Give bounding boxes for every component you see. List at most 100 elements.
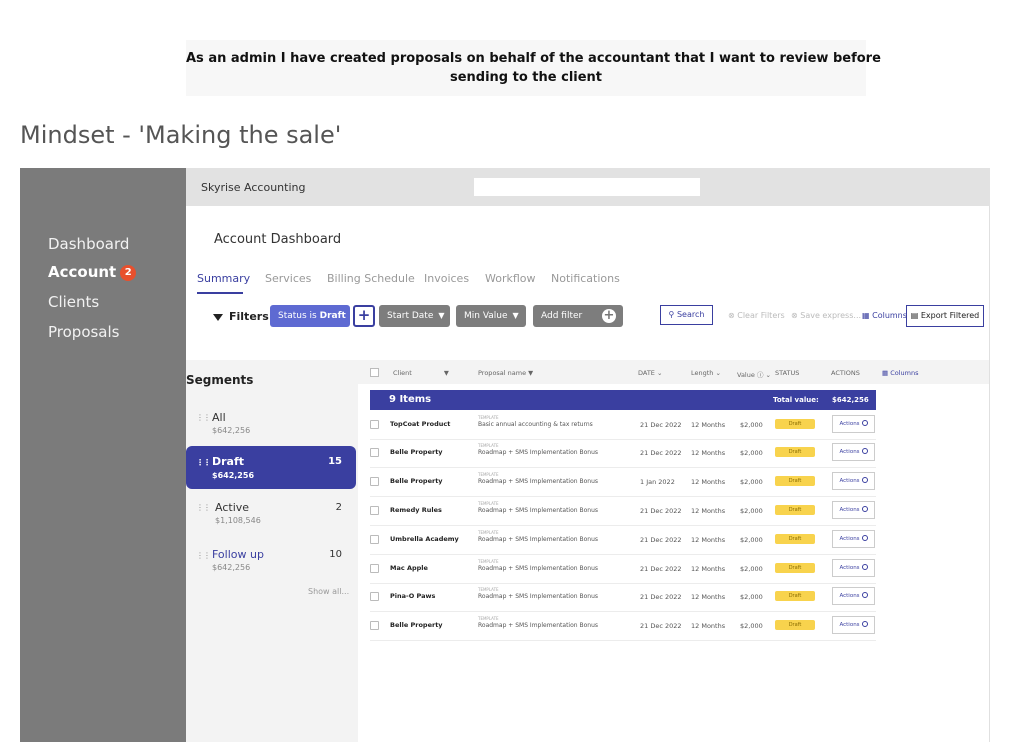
table-row[interactable]: Belle Property TEMPLATE Roadmap + SMS Impl…: [358, 612, 878, 640]
row-proposal-title[interactable]: Roadmap + SMS Implementation Bonus: [478, 565, 598, 572]
start-date-filter[interactable]: Start Date ▼: [379, 305, 450, 327]
row-client[interactable]: Pina-O Paws: [390, 592, 435, 600]
header-client[interactable]: Client ▼: [393, 369, 449, 377]
row-client[interactable]: TopCoat Product: [390, 420, 450, 428]
row-client[interactable]: Belle Property: [390, 448, 443, 456]
clear-icon: ⊗: [728, 311, 735, 320]
row-checkbox[interactable]: [370, 506, 379, 515]
table-row[interactable]: Belle Property TEMPLATE Roadmap + SMS Impl…: [358, 439, 878, 467]
row-actions-button[interactable]: Actions: [832, 472, 875, 490]
table-row[interactable]: Umbrella Academy TEMPLATE Roadmap + SMS Im…: [358, 526, 878, 554]
row-proposal-title[interactable]: Basic annual accounting & tax returns: [478, 421, 593, 428]
row-actions-label: Actions: [839, 593, 860, 599]
row-actions-label: Actions: [839, 536, 860, 542]
row-checkbox[interactable]: [370, 564, 379, 573]
segment-amount: $642,256: [212, 426, 251, 435]
row-proposal-title[interactable]: Roadmap + SMS Implementation Bonus: [478, 622, 598, 629]
row-proposal-title[interactable]: Roadmap + SMS Implementation Bonus: [478, 593, 598, 600]
table-row[interactable]: Mac Apple TEMPLATE Roadmap + SMS Implement…: [358, 555, 878, 583]
nav-dashboard[interactable]: Dashboard: [48, 235, 129, 253]
banner-line-2: sending to the client: [449, 70, 603, 85]
nav-proposals[interactable]: Proposals: [48, 323, 119, 341]
filters-toggle[interactable]: Filters: [213, 310, 269, 323]
row-length: 12 Months: [691, 593, 726, 601]
row-actions-button[interactable]: Actions: [832, 415, 875, 433]
row-length: 12 Months: [691, 478, 726, 486]
row-proposal-title[interactable]: Roadmap + SMS Implementation Bonus: [478, 478, 598, 485]
table-row[interactable]: Belle Property TEMPLATE Roadmap + SMS Impl…: [358, 468, 878, 496]
header-value-label: Value: [737, 371, 755, 379]
nav-clients[interactable]: Clients: [48, 293, 99, 311]
content-edge: [989, 206, 990, 742]
save-express-button[interactable]: ⊗ Save express...: [791, 311, 861, 320]
chevron-down-icon: ▼: [443, 369, 449, 377]
columns-button[interactable]: ▦ Columns: [862, 311, 907, 320]
row-actions-button[interactable]: Actions: [832, 587, 875, 605]
min-value-filter[interactable]: Min Value ▼: [456, 305, 526, 327]
clear-filters-button[interactable]: ⊗ Clear Filters: [728, 311, 785, 320]
clear-filters-label: Clear Filters: [737, 311, 785, 320]
row-actions-label: Actions: [839, 449, 860, 455]
header-date-label: DATE: [638, 369, 655, 377]
status-filter-chip[interactable]: Status is Draft▼: [270, 305, 357, 327]
row-checkbox[interactable]: [370, 477, 379, 486]
header-length[interactable]: Length ⌄: [691, 369, 721, 377]
header-date[interactable]: DATE ⌄: [638, 369, 662, 377]
row-actions-button[interactable]: Actions: [832, 501, 875, 519]
header-status[interactable]: STATUS: [775, 369, 799, 377]
add-filter-button[interactable]: Add filter +: [533, 305, 623, 327]
segment-active[interactable]: ⋮⋮ Active $1,108,546 2: [186, 497, 356, 531]
header-proposal[interactable]: Proposal name ▼: [478, 369, 533, 377]
tab-workflow[interactable]: Workflow: [485, 272, 536, 285]
global-search-input[interactable]: [474, 178, 700, 196]
tab-summary[interactable]: Summary: [197, 272, 250, 285]
header-columns-button[interactable]: ▦ Columns: [882, 369, 919, 377]
arrow-circle-icon: [861, 420, 868, 426]
row-checkbox[interactable]: [370, 448, 379, 457]
show-all-segments-link[interactable]: Show all...: [308, 587, 349, 596]
row-proposal-title[interactable]: Roadmap + SMS Implementation Bonus: [478, 536, 598, 543]
add-filter-plus-button[interactable]: +: [353, 305, 375, 327]
row-checkbox[interactable]: [370, 592, 379, 601]
row-proposal-title[interactable]: Roadmap + SMS Implementation Bonus: [478, 507, 598, 514]
row-client[interactable]: Mac Apple: [390, 564, 428, 572]
segment-draft[interactable]: ⋮⋮ Draft $642,256 15: [186, 446, 356, 489]
status-badge: Draft: [775, 534, 815, 544]
nav-account[interactable]: Account 2: [48, 263, 137, 281]
row-template-label: TEMPLATE: [478, 559, 499, 564]
row-actions-button[interactable]: Actions: [832, 559, 875, 577]
nav-proposals-label: Proposals: [48, 323, 120, 341]
search-button[interactable]: ⚲ Search: [660, 305, 713, 325]
table-row[interactable]: Remedy Rules TEMPLATE Roadmap + SMS Implem…: [358, 497, 878, 525]
export-label: Export Filtered: [920, 311, 980, 320]
arrow-circle-icon: [861, 448, 868, 454]
tab-services[interactable]: Services: [265, 272, 311, 285]
select-all-checkbox[interactable]: [370, 368, 379, 377]
top-bar: Skyrise Accounting: [186, 168, 990, 206]
header-value[interactable]: Value ⓘ ⌄: [737, 369, 771, 379]
row-actions-button[interactable]: Actions: [832, 443, 875, 461]
row-checkbox[interactable]: [370, 621, 379, 630]
table-row[interactable]: TopCoat Product TEMPLATE Basic annual acco…: [358, 411, 878, 439]
segment-name: Follow up: [212, 548, 264, 561]
row-actions-button[interactable]: Actions: [832, 616, 875, 634]
row-client[interactable]: Umbrella Academy: [390, 535, 459, 543]
segment-amount: $642,256: [212, 563, 251, 572]
export-filtered-button[interactable]: ▤ Export Filtered: [906, 305, 984, 327]
table-row[interactable]: Pina-O Paws TEMPLATE Roadmap + SMS Impleme…: [358, 583, 878, 611]
row-client[interactable]: Remedy Rules: [390, 506, 442, 514]
funnel-icon: [213, 314, 223, 321]
row-actions-button[interactable]: Actions: [832, 530, 875, 548]
row-checkbox[interactable]: [370, 535, 379, 544]
tab-billing-schedule[interactable]: Billing Schedule: [327, 272, 415, 285]
status-prefix: Status is: [278, 311, 317, 321]
header-length-label: Length: [691, 369, 714, 377]
tab-notifications[interactable]: Notifications: [551, 272, 620, 285]
segment-all[interactable]: ⋮⋮ All $642,256: [186, 408, 356, 442]
row-proposal-title[interactable]: Roadmap + SMS Implementation Bonus: [478, 449, 598, 456]
tab-invoices[interactable]: Invoices: [424, 272, 469, 285]
segment-follow-up[interactable]: ⋮⋮ Follow up $642,256 10: [186, 545, 356, 579]
row-checkbox[interactable]: [370, 420, 379, 429]
row-client[interactable]: Belle Property: [390, 621, 443, 629]
row-client[interactable]: Belle Property: [390, 477, 443, 485]
